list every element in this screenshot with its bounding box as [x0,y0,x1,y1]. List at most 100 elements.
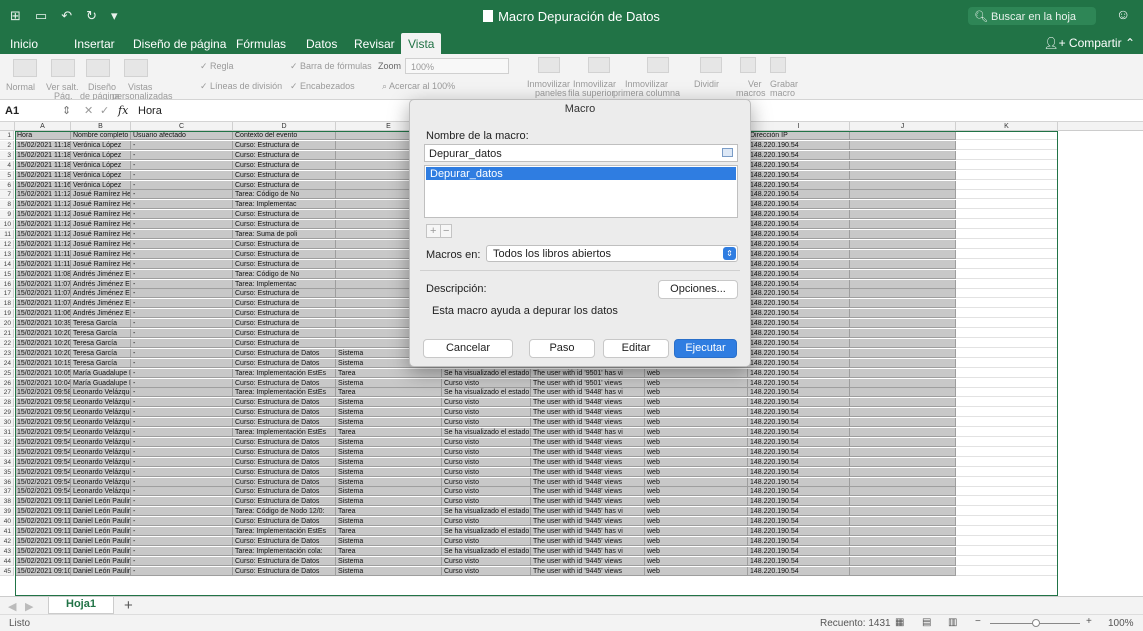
cell[interactable]: Curso: Estructura de [233,180,336,190]
row-number[interactable]: 7 [0,190,14,200]
cell[interactable]: 148.220.190.54 [748,160,850,170]
cell[interactable]: 15/02/2021 09:11 [15,536,71,546]
cell[interactable]: 148.220.190.54 [748,368,850,378]
row-number[interactable]: 42 [0,536,14,546]
cell[interactable] [956,437,1058,447]
cell[interactable]: Curso: Estructura de [233,309,336,319]
cell[interactable]: The user with id '9448' has vi [531,388,645,398]
cell[interactable]: - [131,170,233,180]
freeze-panes-icon[interactable] [538,57,560,73]
cell[interactable]: Teresa García [71,358,131,368]
cell[interactable] [956,319,1058,329]
row-number[interactable]: 37 [0,487,14,497]
cell[interactable]: Sistema [336,378,442,388]
cell[interactable]: Teresa García [71,319,131,329]
cell[interactable]: - [131,487,233,497]
cell[interactable]: 15/02/2021 11:07 [15,279,71,289]
cell[interactable] [850,378,956,388]
split-icon[interactable] [700,57,722,73]
cell[interactable]: - [131,447,233,457]
cell[interactable]: Sistema [336,418,442,428]
cell[interactable]: Curso: Estructura de Datos [233,408,336,418]
cell[interactable]: Dirección IP [748,131,850,140]
cell[interactable]: The user with id '9445' has vi [531,527,645,536]
cell[interactable]: Verónica López [71,150,131,160]
cell[interactable]: The user with id '9445' views [531,497,645,507]
cell[interactable]: Se ha visualizado el estado de [442,388,531,398]
cell[interactable]: Sistema [336,467,442,477]
cell[interactable] [956,190,1058,200]
cell[interactable]: Curso: Estructura de [233,259,336,269]
cell[interactable]: 15/02/2021 11:12 [15,210,71,220]
confirm-icon[interactable]: ✓ [100,104,109,117]
cell[interactable] [850,536,956,546]
column-header-j[interactable]: J [850,122,956,131]
cell[interactable]: 148.220.190.54 [748,220,850,230]
cell[interactable]: Andrés Jiménez Elizalde [71,269,131,279]
cell[interactable]: Curso: Estructura de Datos [233,358,336,368]
cell[interactable] [850,497,956,507]
cell[interactable]: Verónica López [71,140,131,150]
cell[interactable] [850,477,956,487]
row-number[interactable]: 43 [0,546,14,556]
cell[interactable]: The user with id '9445' views [531,566,645,576]
cell[interactable] [956,210,1058,220]
cell[interactable]: 15/02/2021 10:20 [15,348,71,358]
cell[interactable]: Curso visto [442,437,531,447]
cell[interactable]: Tarea: Código de No [233,269,336,279]
cell[interactable] [850,329,956,338]
cell[interactable] [956,131,1058,140]
cell[interactable]: 15/02/2021 09:54 [15,437,71,447]
cell[interactable]: - [131,180,233,190]
cell[interactable]: - [131,150,233,160]
cell[interactable] [956,239,1058,249]
cell[interactable]: Tarea: Código de Nodo 12/0: [233,507,336,517]
cell[interactable] [850,338,956,348]
cell[interactable]: web [645,497,748,507]
cell[interactable] [850,131,956,140]
cell[interactable] [850,309,956,319]
cell[interactable]: 15/02/2021 11:07 [15,299,71,309]
cell[interactable] [850,259,956,269]
cell[interactable]: 15/02/2021 10:20 [15,329,71,338]
cell[interactable]: The user with id '9448' views [531,398,645,408]
cell[interactable]: 148.220.190.54 [748,447,850,457]
sheet-tab-hoja1[interactable]: Hoja1 [48,597,114,614]
cell[interactable]: - [131,190,233,200]
row-number[interactable]: 10 [0,220,14,230]
cell[interactable]: Leonardo Velázquez Campos [71,408,131,418]
cell[interactable] [956,160,1058,170]
cell[interactable]: Leonardo Velázquez Campos [71,418,131,428]
cell[interactable]: 148.220.190.54 [748,437,850,447]
cell[interactable]: The user with id '9501' has vi [531,368,645,378]
cell[interactable] [956,269,1058,279]
cell[interactable]: 148.220.190.54 [748,200,850,210]
cell[interactable] [956,467,1058,477]
cell[interactable] [956,358,1058,368]
row-number[interactable]: 11 [0,230,14,239]
row-number[interactable]: 12 [0,239,14,249]
cell[interactable]: 15/02/2021 11:16 [15,180,71,190]
cell[interactable]: - [131,210,233,220]
page-layout-status-icon[interactable]: ▤ [922,617,931,628]
row-number[interactable]: 23 [0,348,14,358]
cell[interactable]: Leonardo Velázquez Campos [71,437,131,447]
cell[interactable]: - [131,388,233,398]
cell[interactable]: Curso: Estructura de Datos [233,566,336,576]
cell[interactable]: 15/02/2021 11:07 [15,289,71,299]
cell[interactable]: Tarea: Implementac [233,200,336,210]
cell[interactable]: 148.220.190.54 [748,180,850,190]
cell[interactable]: The user with id '9445' has vi [531,507,645,517]
cell[interactable]: web [645,398,748,408]
cell[interactable]: 15/02/2021 09:54 [15,467,71,477]
cell[interactable]: Curso: Estructura de Datos [233,536,336,546]
row-number[interactable]: 26 [0,378,14,388]
cell[interactable]: Curso visto [442,457,531,467]
cell[interactable]: Curso: Estructura de [233,319,336,329]
cell[interactable] [956,259,1058,269]
cell[interactable]: Curso: Estructura de [233,289,336,299]
cell[interactable]: Andrés Jiménez Elizalde [71,299,131,309]
row-number[interactable]: 36 [0,477,14,487]
cell[interactable]: - [131,497,233,507]
cell[interactable]: Se ha visualizado el estado de [442,428,531,437]
